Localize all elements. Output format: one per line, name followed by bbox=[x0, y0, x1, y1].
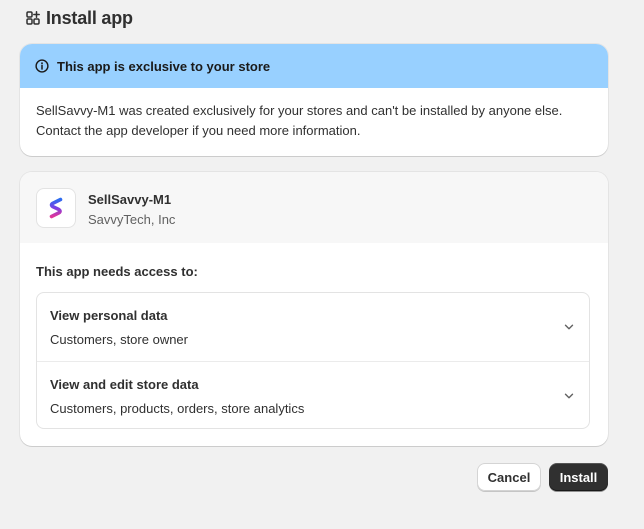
access-item-description: Customers, store owner bbox=[50, 332, 188, 347]
chevron-down-icon[interactable] bbox=[563, 390, 575, 402]
exclusive-app-banner: This app is exclusive to your store Sell… bbox=[20, 44, 608, 156]
page-title: Install app bbox=[46, 7, 133, 28]
banner-header: This app is exclusive to your store bbox=[20, 44, 608, 88]
access-item-title: View and edit store data bbox=[50, 377, 199, 392]
access-item-title: View personal data bbox=[50, 308, 168, 323]
app-developer: SavvyTech, Inc bbox=[88, 212, 176, 227]
cancel-button[interactable]: Cancel bbox=[477, 463, 541, 491]
access-list: View personal data Customers, store owne… bbox=[36, 292, 590, 429]
access-item-personal-data[interactable]: View personal data Customers, store owne… bbox=[37, 293, 589, 361]
access-item-store-data[interactable]: View and edit store data Customers, prod… bbox=[37, 361, 589, 428]
chevron-down-icon[interactable] bbox=[563, 321, 575, 333]
sellsavvy-logo-icon bbox=[36, 188, 76, 228]
apps-add-icon bbox=[26, 11, 40, 25]
app-name: SellSavvy-M1 bbox=[88, 192, 172, 207]
access-item-description: Customers, products, orders, store analy… bbox=[50, 401, 305, 416]
page-header: Install app bbox=[26, 7, 133, 29]
banner-message: SellSavvy-M1 was created exclusively for… bbox=[36, 103, 563, 138]
access-heading: This app needs access to: bbox=[36, 264, 198, 279]
banner-title: This app is exclusive to your store bbox=[57, 58, 271, 74]
info-icon bbox=[35, 59, 49, 73]
app-header: SellSavvy-M1 SavvyTech, Inc bbox=[20, 172, 608, 243]
app-details-card: SellSavvy-M1 SavvyTech, Inc This app nee… bbox=[20, 172, 608, 446]
install-button[interactable]: Install bbox=[549, 463, 608, 491]
